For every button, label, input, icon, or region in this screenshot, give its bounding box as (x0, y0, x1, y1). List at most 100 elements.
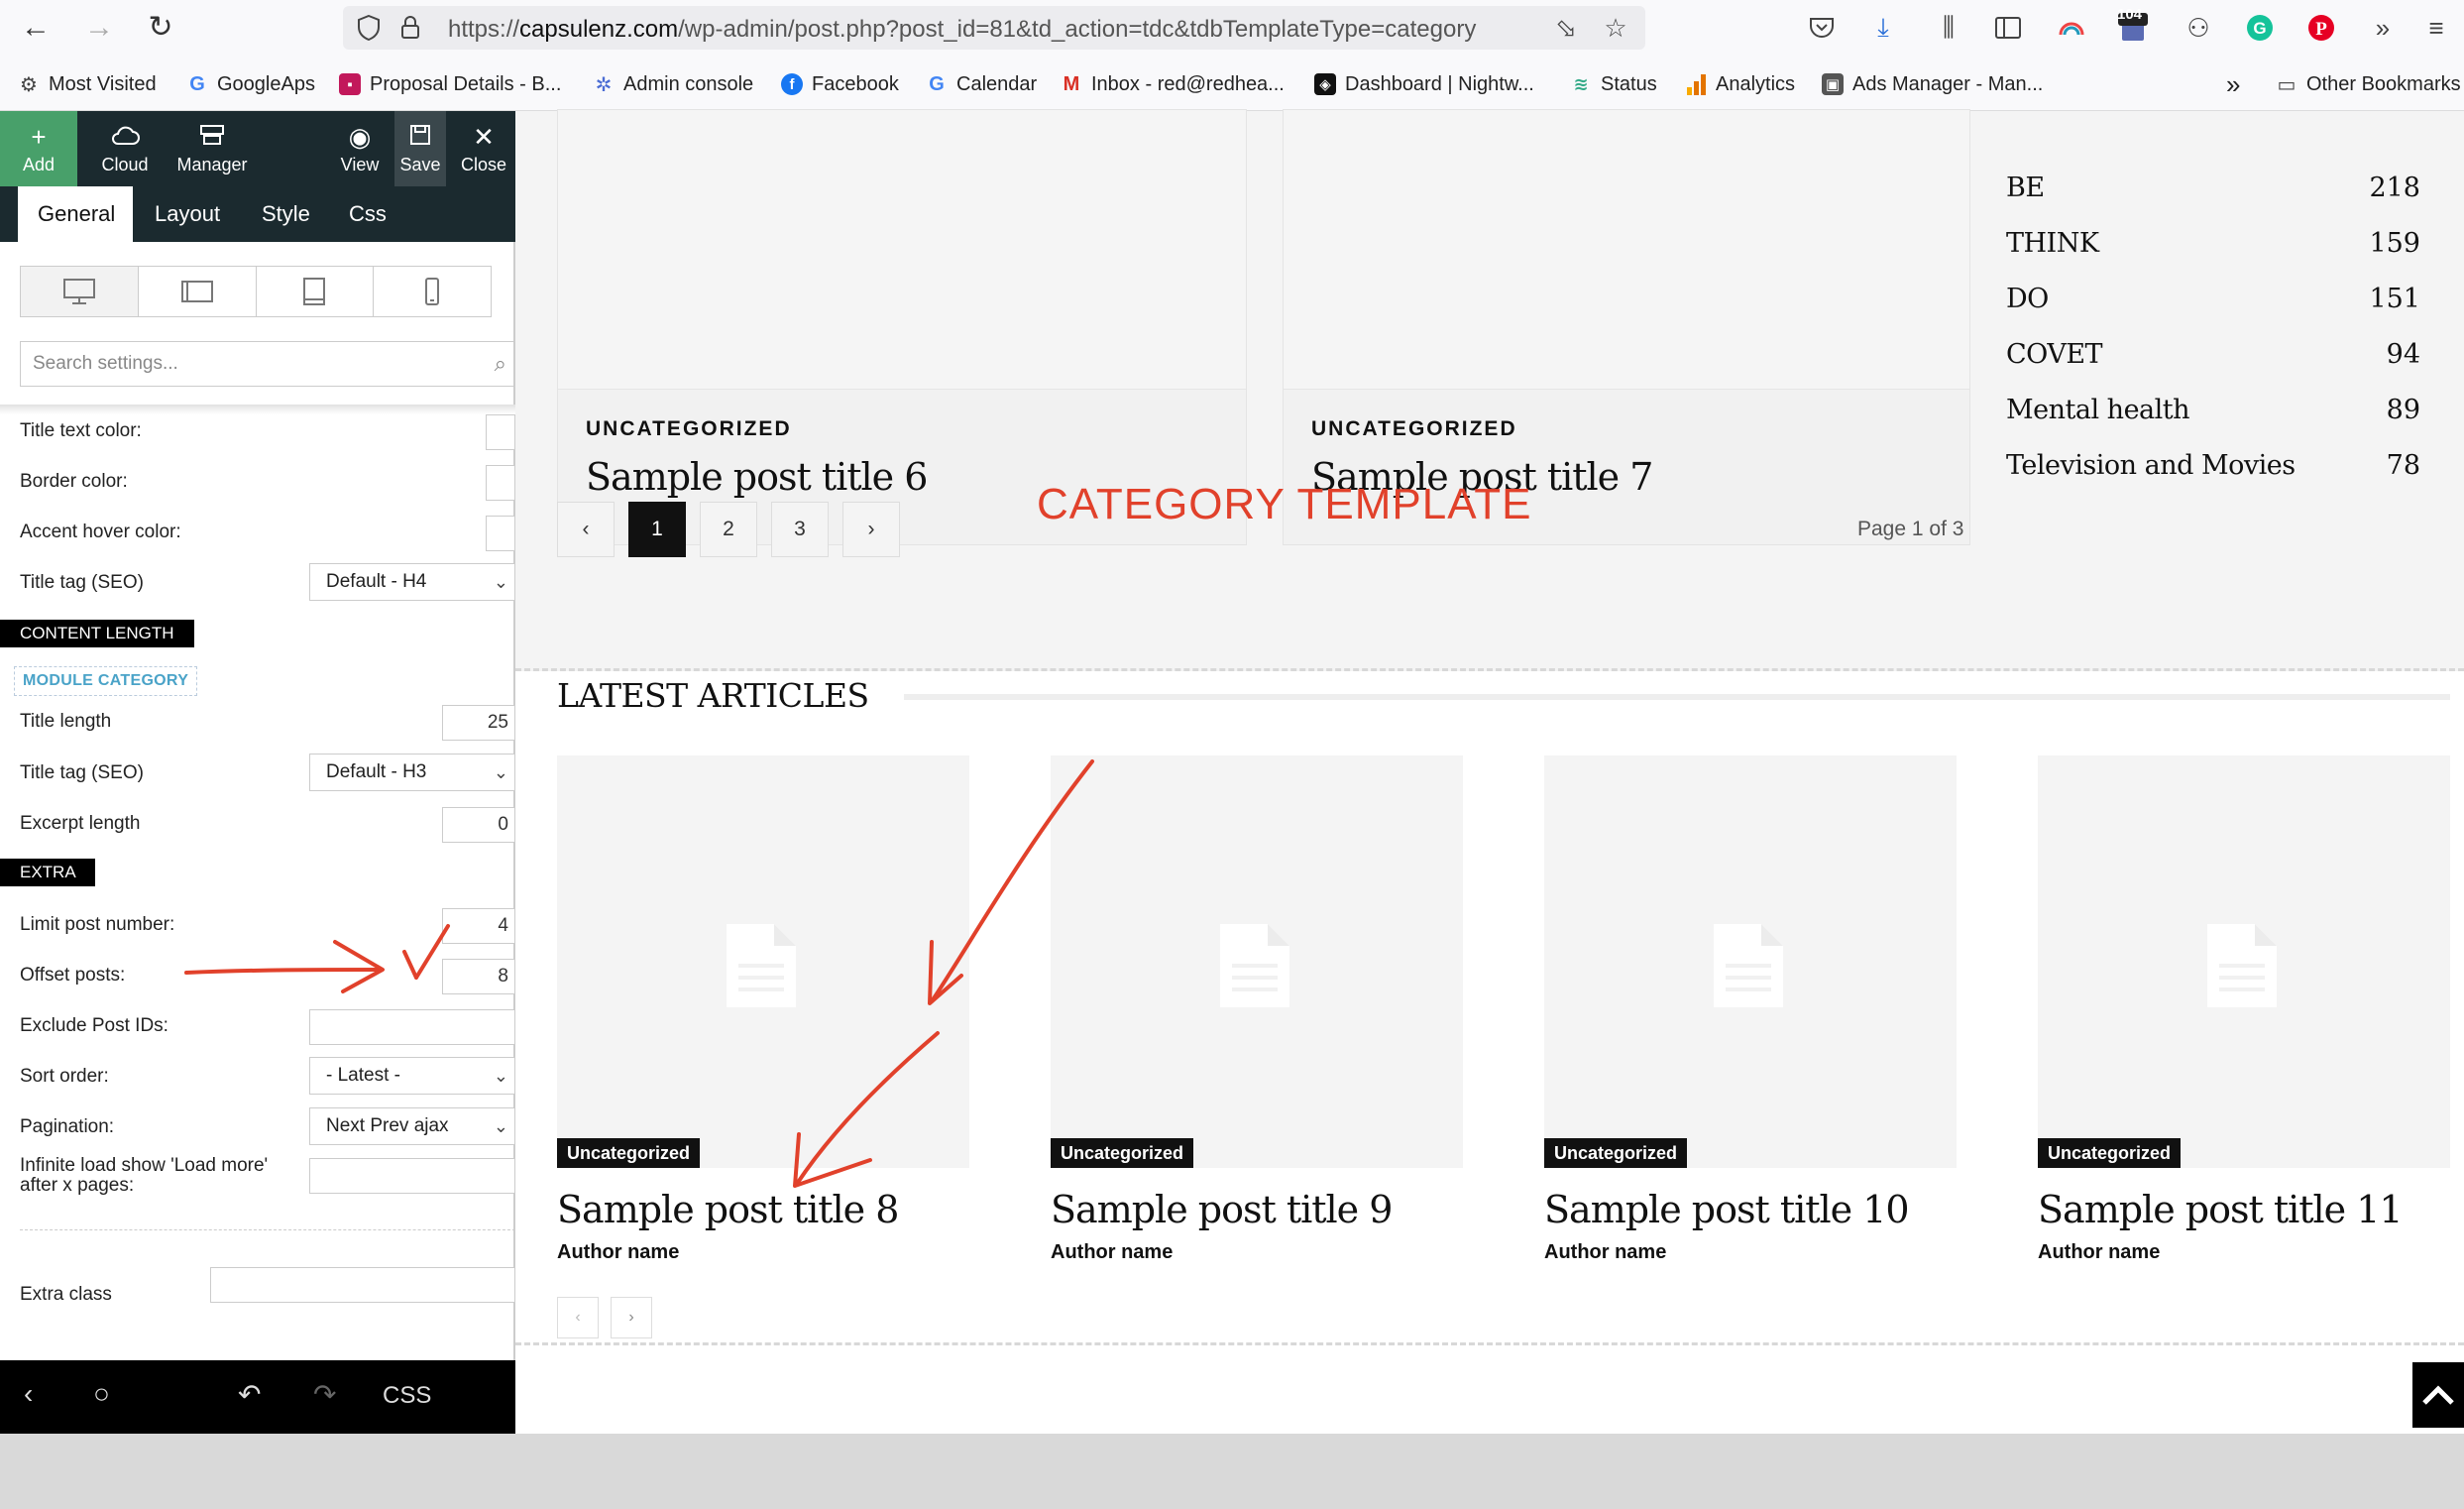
bookmark-status[interactable]: ≋ Status (1570, 69, 1656, 99)
spy-extension-icon[interactable]: ⚇ (2181, 10, 2216, 46)
bookmark-googleaps[interactable]: G GoogleAps (186, 69, 315, 99)
bookmark-facebook[interactable]: f Facebook (781, 69, 899, 99)
url-text[interactable]: https://capsulenz.com/wp-admin/post.php?… (448, 16, 1538, 44)
home-circle-icon[interactable]: ○ (93, 1378, 110, 1410)
tablet-portrait-icon[interactable] (257, 267, 375, 316)
desktop-icon[interactable] (21, 267, 139, 316)
article-category-badge[interactable]: Uncategorized (1051, 1138, 1194, 1168)
article-category-badge[interactable]: Uncategorized (1544, 1138, 1688, 1168)
category-link-be[interactable]: BE (2006, 173, 2045, 203)
post-title[interactable]: Sample post title 6 (586, 455, 928, 499)
article-title[interactable]: Sample post title 8 (557, 1188, 899, 1231)
title-tag-seo-select[interactable]: Default - H4 ⌄ (309, 563, 515, 601)
cloud-button[interactable]: Cloud (77, 111, 172, 186)
bookmark-inbox[interactable]: M Inbox - red@redhea... (1061, 69, 1285, 99)
rainbow-extension-icon[interactable] (2054, 10, 2089, 46)
post-category[interactable]: UNCATEGORIZED (1311, 417, 1517, 441)
reload-icon[interactable]: ↻ (141, 8, 180, 48)
pagination-page-2[interactable]: 2 (700, 502, 757, 557)
excerpt-length-input[interactable]: 0 (442, 807, 515, 843)
bookmark-admin-console[interactable]: ✲ Admin console (593, 69, 754, 99)
manager-button[interactable]: Manager (172, 111, 252, 186)
chevron-left-icon[interactable]: ‹ (24, 1378, 33, 1410)
close-button[interactable]: ✕ Close (456, 111, 511, 186)
lock-icon[interactable] (394, 12, 426, 44)
post-category[interactable]: UNCATEGORIZED (586, 417, 792, 441)
bookmarks-overflow-icon[interactable]: » (2226, 69, 2240, 99)
address-bar[interactable]: https://capsulenz.com/wp-admin/post.php?… (343, 6, 1645, 50)
extra-class-input[interactable] (210, 1267, 515, 1303)
tab-style[interactable]: Style (262, 186, 310, 242)
tab-css[interactable]: Css (349, 186, 387, 242)
tab-general[interactable]: General (18, 186, 133, 242)
hamburger-menu-icon[interactable]: ≡ (2418, 10, 2454, 46)
pagination-select[interactable]: Next Prev ajax ⌄ (309, 1107, 515, 1145)
category-link-mental-health[interactable]: Mental health (2006, 395, 2190, 425)
accent-hover-color-swatch[interactable] (486, 516, 515, 551)
pagination-next-button[interactable]: › (842, 502, 900, 557)
offset-posts-input[interactable]: 8 (442, 959, 515, 994)
sidebar-icon[interactable] (1990, 10, 2026, 46)
pagination-prev-button[interactable]: ‹ (557, 502, 615, 557)
article-thumbnail[interactable] (1051, 755, 1463, 1168)
category-link-television-and-movies[interactable]: Television and Movies (2006, 450, 2296, 481)
article-thumbnail[interactable] (557, 755, 969, 1168)
pinterest-icon[interactable]: P (2303, 10, 2339, 46)
tab-layout[interactable]: Layout (155, 186, 220, 242)
article-title[interactable]: Sample post title 9 (1051, 1188, 1393, 1231)
bookmark-dashboard[interactable]: ◈ Dashboard | Nightw... (1314, 69, 1534, 99)
bookmark-star-icon[interactable]: ☆ (1600, 12, 1631, 44)
shield-icon[interactable] (353, 12, 385, 44)
tablet-landscape-icon[interactable] (139, 267, 257, 316)
limit-post-number-input[interactable]: 4 (442, 908, 515, 944)
redo-icon[interactable]: ↷ (313, 1378, 336, 1411)
category-link-covet[interactable]: COVET (2006, 339, 2103, 370)
bookmark-most-visited[interactable]: ⚙ Most Visited (18, 69, 157, 99)
block-next-button[interactable]: › (611, 1297, 652, 1338)
title-tag-seo-select-2[interactable]: Default - H3 ⌄ (309, 754, 515, 791)
save-button[interactable]: Save (394, 111, 446, 186)
pagination-page-1[interactable]: 1 (628, 502, 686, 557)
library-icon[interactable]: ⫼ (1931, 10, 1966, 46)
bookmark-proposal-details[interactable]: ▪ Proposal Details - B... (339, 69, 561, 99)
article-title[interactable]: Sample post title 10 (1544, 1188, 1910, 1231)
pocket-icon[interactable] (1804, 10, 1840, 46)
article-thumbnail[interactable] (2038, 755, 2450, 1168)
bookmark-calendar[interactable]: G Calendar (926, 69, 1037, 99)
title-text-color-swatch[interactable] (486, 414, 515, 450)
overflow-chevron-icon[interactable]: » (2365, 10, 2401, 46)
bookmark-analytics[interactable]: Analytics (1685, 69, 1795, 99)
category-link-do[interactable]: DO (2006, 284, 2049, 314)
article-thumbnail[interactable] (1544, 755, 1957, 1168)
sort-order-select[interactable]: - Latest - ⌄ (309, 1057, 515, 1095)
view-button[interactable]: ◉ View (337, 111, 383, 186)
css-button[interactable]: CSS (383, 1382, 431, 1410)
undo-icon[interactable]: ↶ (238, 1378, 261, 1411)
category-link-think[interactable]: THINK (2006, 228, 2099, 259)
extension-badge-icon[interactable]: 104 (2115, 6, 2151, 46)
block-prev-button[interactable]: ‹ (557, 1297, 599, 1338)
search-icon[interactable]: ⌕ (495, 351, 506, 377)
grammarly-icon[interactable]: G (2242, 10, 2278, 46)
search-input[interactable] (21, 342, 477, 386)
download-icon[interactable]: ⤓ (1865, 10, 1901, 46)
article-author[interactable]: Author name (1544, 1241, 1666, 1264)
article-title[interactable]: Sample post title 11 (2038, 1188, 2404, 1231)
scroll-to-top-button[interactable] (2412, 1362, 2464, 1428)
other-bookmarks[interactable]: ▭ Other Bookmarks (2276, 69, 2461, 99)
article-category-badge[interactable]: Uncategorized (2038, 1138, 2182, 1168)
border-color-swatch[interactable] (486, 465, 515, 501)
page-action-icon[interactable]: ⬂ (1550, 12, 1582, 44)
bookmark-ads-manager[interactable]: ▣ Ads Manager - Man... (1822, 69, 2043, 99)
phone-icon[interactable] (374, 267, 491, 316)
article-author[interactable]: Author name (1051, 1241, 1173, 1264)
article-author[interactable]: Author name (557, 1241, 679, 1264)
article-category-badge[interactable]: Uncategorized (557, 1138, 701, 1168)
infinite-load-input[interactable] (309, 1158, 515, 1194)
exclude-post-ids-input[interactable] (309, 1009, 515, 1045)
add-button[interactable]: + Add (0, 111, 77, 186)
article-author[interactable]: Author name (2038, 1241, 2160, 1264)
forward-arrow-icon[interactable]: → (79, 8, 119, 48)
back-arrow-icon[interactable]: ← (16, 8, 56, 48)
title-length-input[interactable]: 25 (442, 705, 515, 741)
